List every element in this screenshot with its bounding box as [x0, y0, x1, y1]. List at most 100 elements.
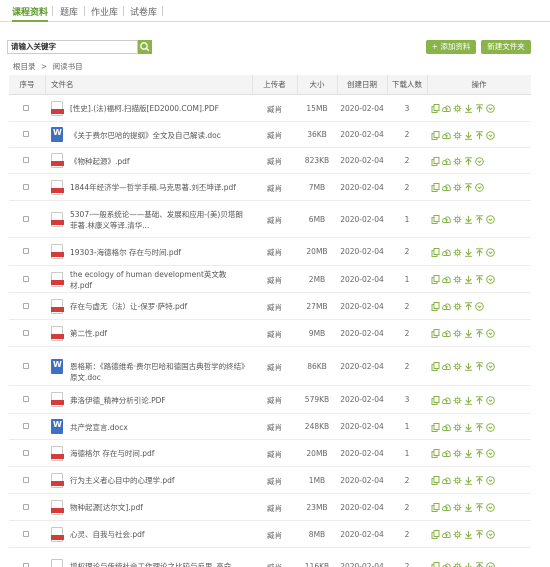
row-checkbox[interactable] [23, 423, 29, 429]
row-checkbox[interactable] [23, 396, 29, 402]
search-input[interactable]: 请输入关键字 [7, 40, 138, 54]
move-up-icon[interactable] [475, 395, 484, 405]
file-name-link[interactable]: 共产党宣言.docx [70, 422, 248, 433]
chevron-down-circle-icon[interactable] [475, 156, 484, 166]
move-up-icon[interactable] [475, 562, 484, 567]
chevron-down-circle-icon[interactable] [486, 275, 495, 284]
copy-icon[interactable] [431, 329, 440, 338]
tab-exam-bank[interactable]: 试卷库 [130, 5, 157, 22]
file-name-link[interactable]: 物种起源[达尔文].pdf [70, 502, 248, 513]
move-up-icon[interactable] [475, 449, 484, 458]
chevron-down-circle-icon[interactable] [475, 183, 484, 192]
move-up-icon[interactable] [464, 183, 473, 192]
download-icon[interactable] [464, 104, 473, 113]
row-checkbox[interactable] [23, 530, 29, 537]
download-icon[interactable] [464, 275, 473, 284]
file-name-link[interactable]: 5307-一般系统论——基础、发展和应用-(美)贝塔朗菲著.林康义等译.清华..… [70, 209, 248, 231]
row-checkbox[interactable] [23, 183, 29, 190]
file-name-link[interactable]: 《关于费尔巴哈的提纲》全文及自己解读.doc [70, 130, 248, 141]
gear-icon[interactable] [453, 157, 462, 166]
row-checkbox[interactable] [23, 503, 29, 510]
copy-icon[interactable] [431, 247, 440, 257]
gear-icon[interactable] [453, 449, 462, 458]
copy-icon[interactable] [431, 302, 440, 311]
gear-icon[interactable] [453, 503, 462, 512]
file-name-link[interactable]: 第二性.pdf [70, 328, 248, 339]
row-checkbox[interactable] [23, 329, 29, 336]
download-icon[interactable] [464, 248, 473, 257]
gear-icon[interactable] [453, 562, 462, 567]
breadcrumb-root[interactable]: 根目录 [13, 62, 36, 71]
chevron-down-circle-icon[interactable] [486, 422, 495, 432]
cloud-upload-icon[interactable] [442, 248, 451, 257]
move-up-icon[interactable] [464, 156, 473, 166]
download-icon[interactable] [464, 131, 473, 140]
gear-icon[interactable] [453, 131, 462, 140]
move-up-icon[interactable] [464, 302, 473, 311]
cloud-upload-icon[interactable] [442, 423, 451, 432]
row-checkbox[interactable] [23, 449, 29, 456]
copy-icon[interactable] [431, 503, 440, 512]
copy-icon[interactable] [431, 183, 440, 192]
cloud-upload-icon[interactable] [442, 503, 451, 512]
download-icon[interactable] [464, 329, 473, 338]
chevron-down-circle-icon[interactable] [486, 329, 495, 338]
download-icon[interactable] [464, 362, 473, 371]
tab-assignment-bank[interactable]: 作业库 [91, 5, 118, 22]
download-icon[interactable] [464, 423, 473, 432]
move-up-icon[interactable] [475, 104, 484, 113]
move-up-icon[interactable] [475, 476, 484, 485]
file-name-link[interactable]: 《物种起源》.pdf [70, 156, 248, 167]
copy-icon[interactable] [431, 449, 440, 458]
row-checkbox[interactable] [23, 131, 29, 137]
row-checkbox[interactable] [23, 275, 29, 282]
download-icon[interactable] [464, 396, 473, 405]
cloud-upload-icon[interactable] [442, 329, 451, 338]
gear-icon[interactable] [453, 215, 462, 224]
file-name-link[interactable]: 恩格斯：《路德维希·费尔巴哈和德国古典哲学的终结》原文.doc [70, 361, 248, 383]
chevron-down-circle-icon[interactable] [486, 395, 495, 405]
copy-icon[interactable] [431, 104, 440, 113]
file-name-link[interactable]: the ecology of human development英文教材.pdf [70, 269, 248, 291]
copy-icon[interactable] [431, 362, 440, 371]
move-up-icon[interactable] [475, 329, 484, 338]
gear-icon[interactable] [453, 396, 462, 405]
move-up-icon[interactable] [475, 130, 484, 140]
copy-icon[interactable] [431, 156, 440, 166]
copy-icon[interactable] [431, 215, 440, 224]
row-checkbox[interactable] [23, 362, 29, 369]
row-checkbox[interactable] [23, 302, 29, 309]
row-checkbox[interactable] [23, 248, 29, 254]
chevron-down-circle-icon[interactable] [486, 530, 495, 539]
download-icon[interactable] [464, 449, 473, 458]
add-material-button[interactable]: + 添加资料 [426, 40, 476, 54]
chevron-down-circle-icon[interactable] [486, 503, 495, 512]
file-name-link[interactable]: 弗洛伊德_精神分析引论.PDF [70, 395, 248, 406]
row-checkbox[interactable] [23, 562, 29, 567]
file-name-link[interactable]: 1844年经济学—哲学手稿.马克思著.刘丕坤译.pdf [70, 182, 248, 193]
row-checkbox[interactable] [23, 104, 29, 111]
cloud-upload-icon[interactable] [442, 396, 451, 405]
copy-icon[interactable] [431, 130, 440, 140]
cloud-upload-icon[interactable] [442, 131, 451, 140]
download-icon[interactable] [464, 503, 473, 512]
file-name-link[interactable]: 19303-海德格尔 存在与时间.pdf [70, 247, 248, 258]
move-up-icon[interactable] [475, 530, 484, 539]
row-checkbox[interactable] [23, 157, 29, 163]
copy-icon[interactable] [431, 476, 440, 485]
gear-icon[interactable] [453, 183, 462, 192]
chevron-down-circle-icon[interactable] [486, 476, 495, 485]
row-checkbox[interactable] [23, 215, 29, 222]
tab-course-materials[interactable]: 课程资料 [12, 5, 49, 22]
move-up-icon[interactable] [475, 247, 484, 257]
move-up-icon[interactable] [475, 362, 484, 371]
move-up-icon[interactable] [475, 275, 484, 284]
file-name-link[interactable]: 存在与虚无（法）让-保罗·萨特.pdf [70, 301, 248, 312]
cloud-upload-icon[interactable] [442, 449, 451, 458]
download-icon[interactable] [464, 530, 473, 539]
gear-icon[interactable] [453, 104, 462, 113]
cloud-upload-icon[interactable] [442, 562, 451, 567]
file-name-link[interactable]: 海德格尔 存在与时间.pdf [70, 448, 248, 459]
gear-icon[interactable] [453, 329, 462, 338]
gear-icon[interactable] [453, 423, 462, 432]
